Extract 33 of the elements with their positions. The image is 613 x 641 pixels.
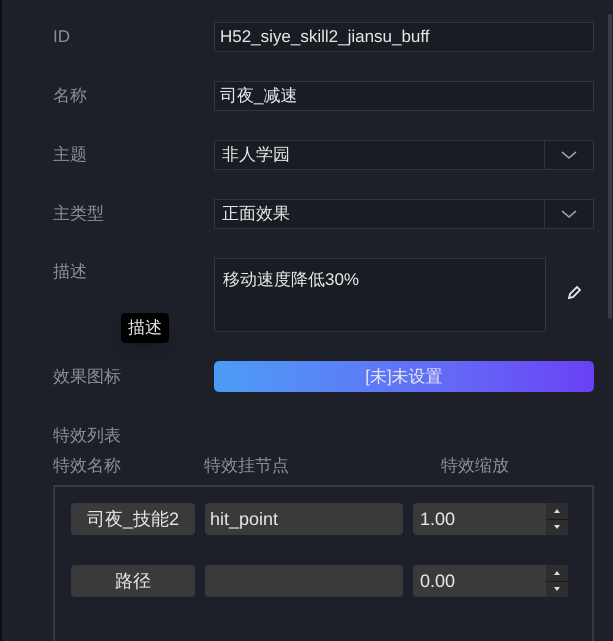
column-header: 特效挂节点 xyxy=(203,455,290,477)
field-label: ID xyxy=(53,26,71,48)
step-down-icon[interactable] xyxy=(546,520,568,535)
scale-spinbox[interactable]: 1.00 xyxy=(413,503,568,535)
section-title: 特效列表 xyxy=(53,425,122,447)
scale-spinbox[interactable]: 0.00 xyxy=(413,565,568,597)
chevron-down-icon xyxy=(561,150,577,160)
step-up-icon[interactable] xyxy=(546,565,568,580)
description-textarea[interactable]: 移动速度降低30% xyxy=(214,258,546,332)
dropdown-value: 正面效果 xyxy=(221,203,291,225)
field-label: 效果图标 xyxy=(53,366,122,388)
column-header: 特效名称 xyxy=(53,455,122,477)
dropdown[interactable]: 正面效果 xyxy=(214,199,594,229)
step-down-icon[interactable] xyxy=(546,582,568,597)
node-field[interactable]: hit_point xyxy=(205,503,403,535)
pencil-icon[interactable] xyxy=(567,286,581,300)
effect-name-button[interactable]: 司夜_技能2 xyxy=(71,503,195,535)
field-label: 主类型 xyxy=(53,203,105,226)
step-up-icon[interactable] xyxy=(546,503,568,518)
dropdown-value: 非人学园 xyxy=(221,144,291,166)
effect-name-button[interactable]: 路径 xyxy=(71,565,195,597)
text-field[interactable]: 司夜_减速 xyxy=(214,81,594,111)
chevron-down-icon xyxy=(561,210,577,218)
node-field[interactable] xyxy=(205,565,403,597)
field-label: 主题 xyxy=(53,144,88,166)
field-label: 名称 xyxy=(53,85,88,108)
dropdown[interactable]: 非人学园 xyxy=(214,140,594,170)
text-field[interactable]: H52_siye_skill2_jiansu_buff xyxy=(214,22,594,52)
scale-value: 1.00 xyxy=(419,508,456,531)
tooltip: 描述 xyxy=(121,313,169,342)
column-header: 特效缩放 xyxy=(440,455,510,477)
field-label: 描述 xyxy=(53,261,88,283)
scale-value: 0.00 xyxy=(419,570,456,593)
